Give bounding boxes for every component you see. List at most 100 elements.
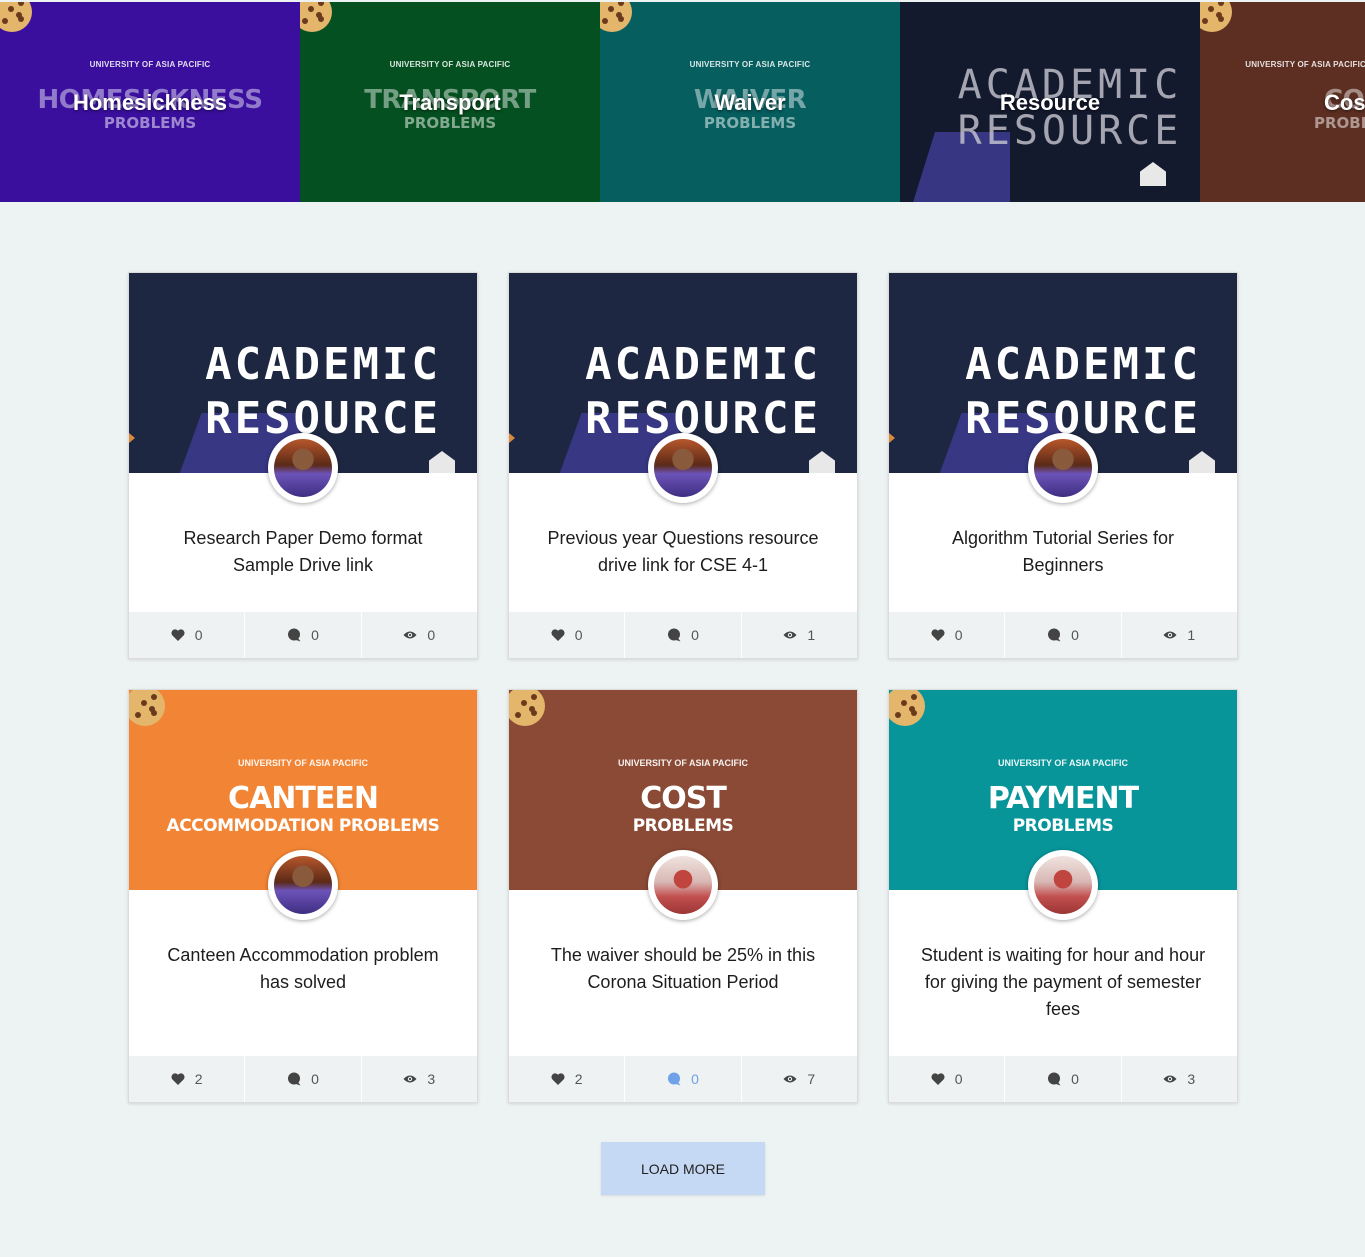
- poster-subheading: PROBLEMS: [403, 114, 497, 132]
- category-name: Resource: [999, 90, 1101, 115]
- helmet-icon: [429, 451, 455, 473]
- view-count-stat: 1: [1122, 612, 1237, 658]
- like-count: 0: [954, 1071, 963, 1087]
- eye-icon: [403, 1075, 417, 1083]
- comment-button[interactable]: 0: [1005, 612, 1122, 658]
- helmet-icon: [809, 451, 835, 473]
- comment-count: 0: [691, 627, 699, 643]
- comment-button[interactable]: 0: [625, 612, 742, 658]
- author-avatar[interactable]: [268, 850, 338, 920]
- category-tile-cost[interactable]: UNIVERSITY OF ASIA PACIFIC COST PROBLEMS…: [1200, 2, 1365, 202]
- view-count: 3: [427, 1071, 436, 1087]
- comment-count: 0: [1071, 627, 1079, 643]
- poster-university-text: UNIVERSITY OF ASIA PACIFIC: [89, 60, 211, 69]
- poster-university-text: UNIVERSITY OF ASIA PACIFIC: [1245, 60, 1365, 69]
- poster-subheading: PROBLEMS: [1314, 114, 1365, 132]
- category-tile-waiver[interactable]: UNIVERSITY OF ASIA PACIFIC WAIVER PROBLE…: [600, 2, 900, 202]
- post-stats: 0 0 1: [509, 612, 857, 658]
- view-count: 0: [427, 627, 436, 643]
- comment-icon: [1048, 1072, 1061, 1086]
- like-button[interactable]: 0: [129, 612, 246, 658]
- poster-subheading: PROBLEMS: [632, 816, 734, 836]
- comment-button[interactable]: 0: [1005, 1056, 1122, 1102]
- category-tile-transport[interactable]: UNIVERSITY OF ASIA PACIFIC TRANSPORT PRO…: [300, 2, 600, 202]
- cookie-decoration: [1200, 2, 1232, 32]
- author-avatar[interactable]: [268, 433, 338, 503]
- view-count: 7: [807, 1071, 816, 1087]
- poster-heading: CANTEEN: [228, 781, 379, 816]
- poster-subheading: PROBLEMS: [103, 114, 197, 132]
- post-card[interactable]: UNIVERSITY OF ASIA PACIFIC COST PROBLEMS…: [508, 689, 858, 1103]
- eye-icon: [1163, 1075, 1177, 1083]
- comment-count: 0: [691, 1071, 699, 1087]
- comment-button[interactable]: 0: [625, 1056, 742, 1102]
- poster-heading: COST: [640, 781, 727, 816]
- category-name: Transport: [399, 90, 501, 115]
- view-count-stat: 1: [742, 612, 857, 658]
- poster-university-text: UNIVERSITY OF ASIA PACIFIC: [237, 758, 368, 768]
- like-button[interactable]: 2: [129, 1056, 246, 1102]
- poster-line-academic: ACADEMIC: [965, 339, 1201, 390]
- like-button[interactable]: 0: [889, 1056, 1006, 1102]
- post-card[interactable]: ACADEMIC RESOURCE Research Paper Demo fo…: [128, 272, 478, 659]
- category-name: Cost: [1324, 90, 1365, 115]
- heart-icon: [551, 1073, 565, 1085]
- post-stats: 0 0 3: [889, 1056, 1237, 1102]
- helmet-icon: [1140, 162, 1166, 186]
- view-count-stat: 7: [742, 1056, 857, 1102]
- poster-line-academic: ACADEMIC: [205, 339, 441, 390]
- post-card[interactable]: ACADEMIC RESOURCE Previous year Question…: [508, 272, 858, 659]
- poster-subheading: PROBLEMS: [1012, 816, 1114, 836]
- view-count-stat: 3: [1122, 1056, 1237, 1102]
- author-avatar[interactable]: [1028, 433, 1098, 503]
- cookie-decoration: [0, 2, 32, 32]
- cookie-decoration: [509, 690, 545, 726]
- like-count: 2: [574, 1071, 583, 1087]
- comment-count: 0: [311, 1071, 319, 1087]
- comment-icon: [668, 628, 681, 642]
- comment-icon: [288, 628, 301, 642]
- eye-icon: [783, 1075, 797, 1083]
- view-count: 1: [807, 627, 816, 643]
- comment-icon: [1048, 628, 1061, 642]
- author-avatar[interactable]: [648, 433, 718, 503]
- category-tile-homesickness[interactable]: UNIVERSITY OF ASIA PACIFIC HOMESICKNESS …: [0, 2, 300, 202]
- post-card[interactable]: UNIVERSITY OF ASIA PACIFIC CANTEEN ACCOM…: [128, 689, 478, 1103]
- cookie-decoration: [129, 690, 165, 726]
- eye-icon: [783, 631, 797, 639]
- like-count: 2: [194, 1071, 203, 1087]
- post-card[interactable]: UNIVERSITY OF ASIA PACIFIC PAYMENT PROBL…: [888, 689, 1238, 1103]
- cookie-decoration: [889, 690, 925, 726]
- like-button[interactable]: 0: [509, 612, 626, 658]
- cookie-decoration: [600, 2, 632, 32]
- helmet-icon: [1189, 451, 1215, 473]
- comment-icon: [668, 1072, 681, 1086]
- comment-count: 0: [1071, 1071, 1079, 1087]
- author-avatar[interactable]: [648, 850, 718, 920]
- poster-heading: PAYMENT: [987, 781, 1139, 816]
- post-card[interactable]: ACADEMIC RESOURCE Algorithm Tutorial Ser…: [888, 272, 1238, 659]
- poster-university-text: UNIVERSITY OF ASIA PACIFIC: [689, 60, 811, 69]
- view-count: 3: [1187, 1071, 1196, 1087]
- poster-subheading: ACCOMMODATION PROBLEMS: [166, 816, 440, 836]
- category-tile-resource[interactable]: ACADEMIC RESOURCE Resource: [900, 2, 1200, 202]
- heart-icon: [551, 629, 565, 641]
- view-count-stat: 0: [362, 612, 477, 658]
- load-more-button[interactable]: LOAD MORE: [601, 1142, 765, 1195]
- comment-button[interactable]: 0: [245, 612, 362, 658]
- comment-icon: [288, 1072, 301, 1086]
- like-button[interactable]: 2: [509, 1056, 626, 1102]
- category-name: Homesickness: [72, 90, 228, 115]
- heart-icon: [931, 629, 945, 641]
- like-button[interactable]: 0: [889, 612, 1006, 658]
- eye-icon: [1163, 631, 1177, 639]
- post-stats: 2 0 3: [129, 1056, 477, 1102]
- heart-icon: [171, 1073, 185, 1085]
- post-stats: 0 0 0: [129, 612, 477, 658]
- category-strip: UNIVERSITY OF ASIA PACIFIC HOMESICKNESS …: [0, 2, 1365, 202]
- view-count: 1: [1187, 627, 1196, 643]
- comment-button[interactable]: 0: [245, 1056, 362, 1102]
- post-stats: 0 0 1: [889, 612, 1237, 658]
- poster-university-text: UNIVERSITY OF ASIA PACIFIC: [617, 758, 748, 768]
- author-avatar[interactable]: [1028, 850, 1098, 920]
